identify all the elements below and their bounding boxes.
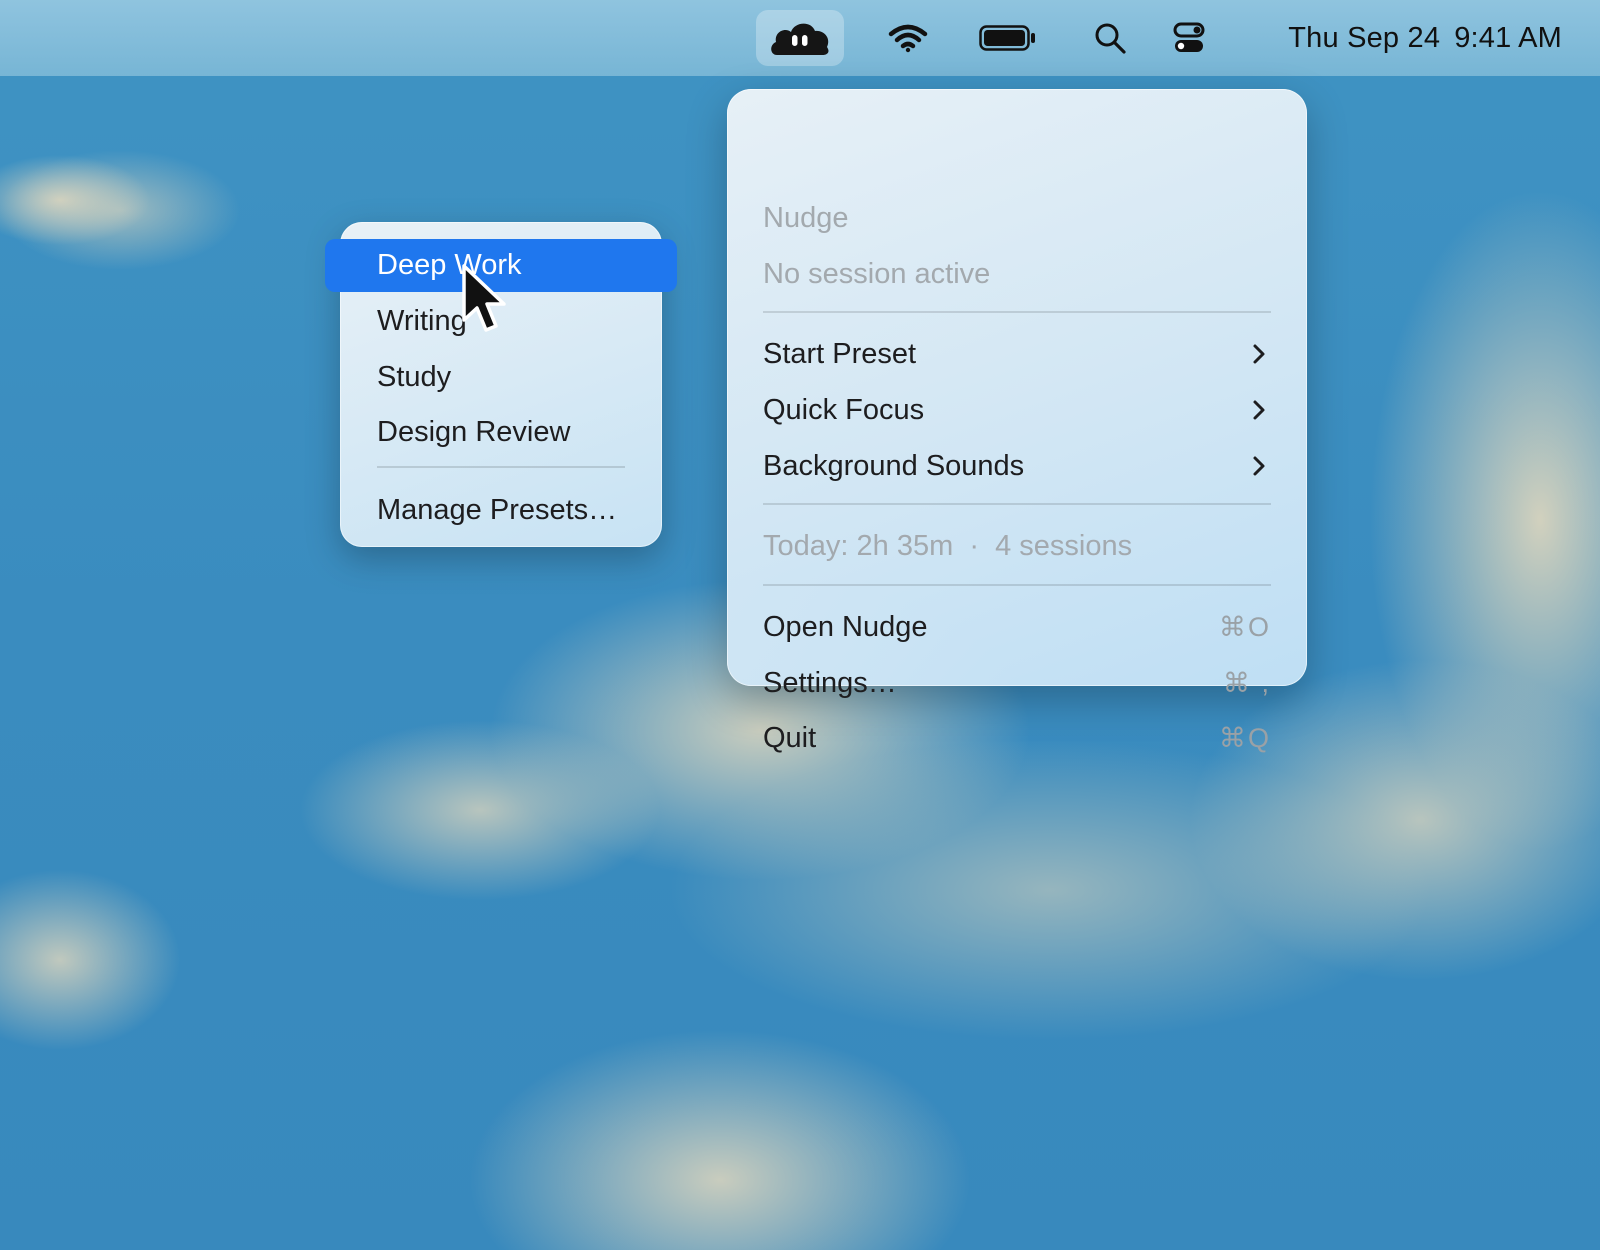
settings-label: Settings… [763,666,897,699]
menu-bar: Thu Sep 24 9:41 AM [0,0,1600,76]
menu-session-status: No session active [763,249,1271,299]
submenu-separator [377,466,625,468]
background-sounds-label: Background Sounds [763,449,1025,482]
open-nudge-label: Open Nudge [763,610,928,643]
deep-work-label: Deep Work [377,248,522,281]
wifi-icon [888,24,928,53]
battery-status[interactable] [978,0,1038,76]
clock-date: Thu Sep 24 [1288,21,1441,54]
clock-time: 9:41 AM [1454,21,1562,54]
chevron-right-icon [1247,454,1271,478]
writing-label: Writing [377,304,467,337]
menu-item-start-preset[interactable]: Start Preset [763,329,1271,379]
shortcut-settings: ⌘ , [1222,667,1271,698]
menu-header-app-name: Nudge [763,193,1271,243]
manage-presets-label: Manage Presets… [377,493,618,526]
menu-today-stats: Today: 2h 35m · 4 sessions [763,521,1271,571]
chevron-right-icon [1247,342,1271,366]
menubar-clock[interactable]: Thu Sep 24 9:41 AM [1274,0,1562,76]
battery-icon [979,25,1035,51]
submenu-item-manage-presets[interactable]: Manage Presets… [377,485,642,535]
menu-item-quick-focus[interactable]: Quick Focus [763,385,1271,435]
submenu-item-study[interactable]: Study [377,352,642,402]
menu-item-open-nudge[interactable]: Open Nudge ⌘O [763,602,1271,652]
cloud-eyes-icon [771,23,829,55]
submenu-item-writing[interactable]: Writing [377,296,642,346]
design-review-label: Design Review [377,415,571,448]
control-center-icon [1173,22,1205,52]
menu-item-settings[interactable]: Settings… ⌘ , [763,658,1271,708]
app-name-label: Nudge [763,201,849,234]
control-center-button[interactable] [1172,0,1206,76]
menu-item-background-sounds[interactable]: Background Sounds [763,441,1271,491]
start-preset-label: Start Preset [763,337,917,370]
start-preset-submenu: Deep Work Writing Study Design Review Ma… [325,222,677,547]
study-label: Study [377,360,452,393]
quit-label: Quit [763,721,817,754]
quick-focus-label: Quick Focus [763,393,925,426]
submenu-item-design-review[interactable]: Design Review [377,407,642,457]
menu-separator [763,584,1271,586]
shortcut-quit: ⌘Q [1218,722,1271,753]
menu-separator [763,503,1271,505]
chevron-right-icon [1247,398,1271,422]
nudge-menubar-button[interactable] [756,10,844,66]
spotlight-button[interactable] [1092,0,1128,76]
today-stats-label: Today: 2h 35m · 4 sessions [763,529,1133,562]
menu-separator [763,311,1271,313]
shortcut-open: ⌘O [1218,611,1271,642]
session-status-label: No session active [763,257,991,290]
nudge-dropdown-menu: Nudge No session active Start Preset Qui… [727,89,1307,754]
search-icon [1095,23,1126,54]
wifi-status[interactable] [886,0,930,76]
menu-item-quit[interactable]: Quit ⌘Q [763,713,1271,763]
submenu-item-deep-work[interactable]: Deep Work [377,240,642,290]
